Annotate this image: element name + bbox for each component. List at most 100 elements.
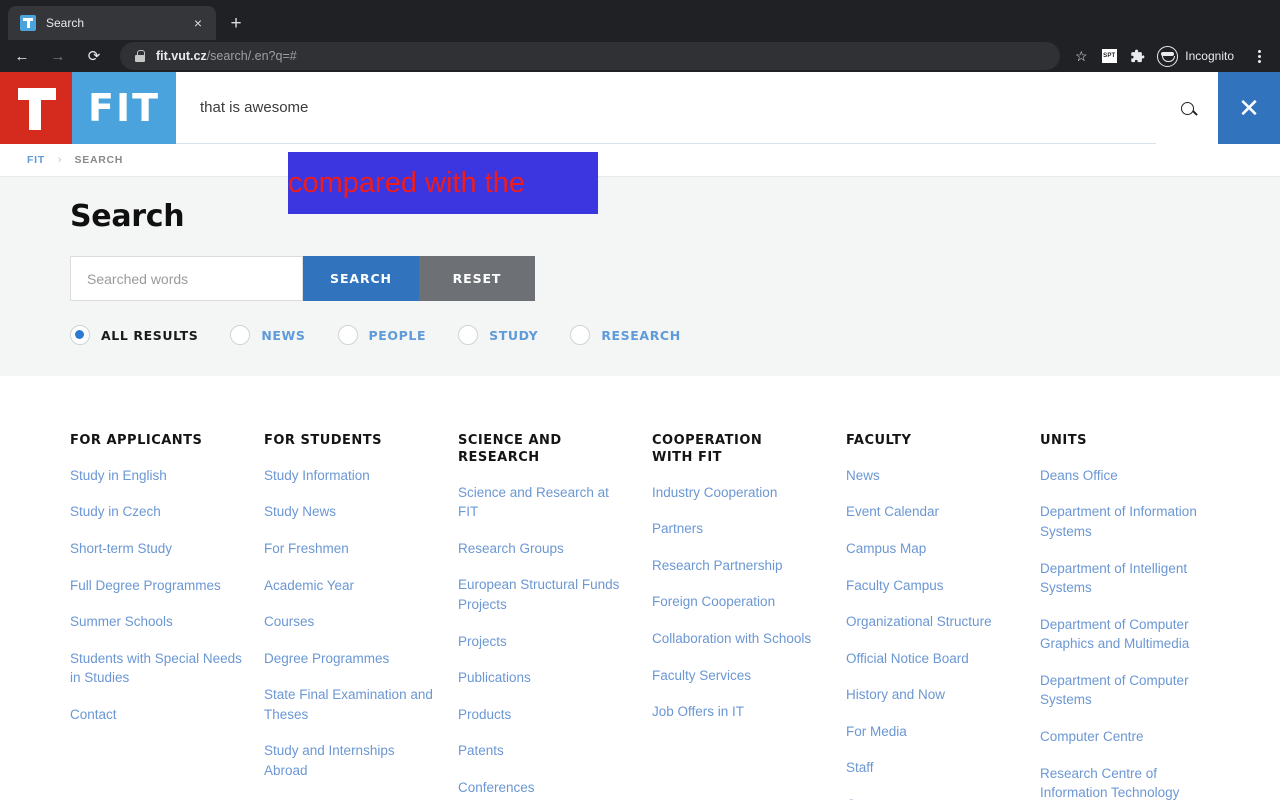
- footer-link[interactable]: Research Partnership: [652, 556, 824, 576]
- footer-link[interactable]: Short-term Study: [70, 539, 242, 559]
- browser-tab[interactable]: Search ×: [8, 6, 216, 40]
- back-button[interactable]: ←: [8, 42, 36, 70]
- footer-link[interactable]: Faculty Campus: [846, 576, 1018, 596]
- footer-link[interactable]: Conferences: [458, 778, 630, 798]
- footer-link[interactable]: Department of Information Systems: [1040, 502, 1210, 541]
- footer-column-faculty: FACULTY News Event Calendar Campus Map F…: [846, 433, 1040, 800]
- header-search-value: that is awesome: [200, 99, 309, 116]
- footer-link[interactable]: Projects: [458, 632, 630, 652]
- radio-indicator-icon: [458, 325, 479, 345]
- browser-menu-icon[interactable]: [1246, 43, 1272, 69]
- radio-label: STUDY: [489, 327, 539, 343]
- vut-logo-icon[interactable]: [0, 72, 72, 144]
- tab-title: Search: [46, 16, 85, 30]
- address-bar[interactable]: fit.vut.cz/search/.en?q=#: [120, 42, 1061, 70]
- footer-column-units: UNITS Deans Office Department of Informa…: [1040, 433, 1210, 800]
- footer-link[interactable]: Department of Intelligent Systems: [1040, 559, 1210, 598]
- footer-link[interactable]: Degree Programmes: [264, 649, 436, 669]
- incognito-indicator[interactable]: Incognito: [1154, 43, 1244, 69]
- footer-link[interactable]: For Media: [846, 722, 1018, 742]
- footer-link[interactable]: News: [846, 466, 1018, 486]
- url-host: fit.vut.cz: [156, 49, 207, 63]
- footer-link[interactable]: Publications: [458, 668, 630, 688]
- radio-label: ALL RESULTS: [101, 327, 199, 343]
- radio-news[interactable]: NEWS: [230, 325, 305, 345]
- footer-link[interactable]: Computer Centre: [1040, 727, 1210, 747]
- search-icon: [1180, 101, 1194, 115]
- url-text: fit.vut.cz/search/.en?q=#: [156, 49, 297, 63]
- footer-link[interactable]: Department of Computer Graphics and Mult…: [1040, 615, 1210, 654]
- footer-link[interactable]: Contact: [70, 705, 242, 725]
- breadcrumb-item-search: SEARCH: [74, 154, 124, 166]
- fit-logo[interactable]: FIT: [72, 72, 176, 144]
- close-search-button[interactable]: ✕: [1218, 72, 1280, 144]
- footer-link[interactable]: Students with Special Needs in Studies: [70, 649, 242, 688]
- url-path: /search/.en?q=#: [206, 49, 297, 63]
- extensions-puzzle-icon[interactable]: [1124, 43, 1150, 69]
- footer-link[interactable]: Academic Year: [264, 576, 436, 596]
- footer-link[interactable]: Collaboration with Schools: [652, 629, 824, 649]
- footer-link[interactable]: Study in English: [70, 466, 242, 486]
- browser-chrome: Search × + ← → ⟳ fit.vut.cz/search/.en?q…: [0, 0, 1280, 72]
- footer-link[interactable]: Science and Research at FIT: [458, 483, 630, 522]
- footer-link[interactable]: Job Offers in IT: [652, 702, 824, 722]
- footer-link[interactable]: Study Information: [264, 466, 436, 486]
- reload-button[interactable]: ⟳: [80, 42, 108, 70]
- radio-research[interactable]: RESEARCH: [570, 325, 680, 345]
- footer-link[interactable]: Department of Computer Systems: [1040, 671, 1210, 710]
- footer-link[interactable]: Industry Cooperation: [652, 483, 824, 503]
- breadcrumb-separator-icon: ›: [57, 154, 62, 166]
- header-search-submit[interactable]: [1156, 72, 1218, 144]
- footer-link[interactable]: Full Degree Programmes: [70, 576, 242, 596]
- footer-link[interactable]: Deans Office: [1040, 466, 1210, 486]
- footer-link[interactable]: Partners: [652, 519, 824, 539]
- footer-link[interactable]: Campus Map: [846, 539, 1018, 559]
- footer-column-for-students: FOR STUDENTS Study Information Study New…: [264, 433, 458, 800]
- footer-link[interactable]: Courses: [264, 612, 436, 632]
- radio-label: PEOPLE: [368, 327, 427, 343]
- radio-all-results[interactable]: ALL RESULTS: [70, 325, 198, 345]
- lock-icon: [134, 50, 146, 62]
- site-footer: FOR APPLICANTS Study in English Study in…: [0, 376, 1280, 800]
- new-tab-button[interactable]: +: [222, 9, 250, 37]
- extension-badge-label: SPT: [1101, 49, 1117, 63]
- footer-link[interactable]: Contacts: [846, 795, 1018, 800]
- forward-button[interactable]: →: [44, 42, 72, 70]
- footer-link[interactable]: Research Groups: [458, 539, 630, 559]
- footer-link[interactable]: Research Centre of Information Technolog…: [1040, 764, 1210, 800]
- footer-link[interactable]: Study and Internships Abroad: [264, 741, 436, 780]
- footer-link[interactable]: Staff: [846, 758, 1018, 778]
- incognito-icon: [1157, 45, 1179, 67]
- footer-link[interactable]: Official Notice Board: [846, 649, 1018, 669]
- footer-link[interactable]: For Freshmen: [264, 539, 436, 559]
- radio-people[interactable]: PEOPLE: [337, 325, 427, 345]
- bookmark-star-icon[interactable]: ☆: [1068, 43, 1094, 69]
- search-button[interactable]: SEARCH: [303, 256, 419, 301]
- footer-link[interactable]: History and Now: [846, 685, 1018, 705]
- reset-button[interactable]: RESET: [419, 256, 535, 301]
- footer-link[interactable]: Faculty Services: [652, 666, 824, 686]
- radio-indicator-icon: [70, 325, 90, 345]
- incognito-label: Incognito: [1185, 49, 1234, 63]
- footer-link[interactable]: Event Calendar: [846, 502, 1018, 522]
- footer-link[interactable]: Foreign Cooperation: [652, 592, 824, 612]
- extension-spt-icon[interactable]: SPT: [1096, 43, 1122, 69]
- footer-link[interactable]: Study News: [264, 502, 436, 522]
- footer-column-title: UNITS: [1040, 433, 1088, 448]
- close-tab-icon[interactable]: ×: [188, 13, 208, 33]
- footer-column-title: COOPERATION WITH FIT: [652, 433, 763, 465]
- footer-link[interactable]: Patents: [458, 741, 630, 761]
- footer-link[interactable]: Products: [458, 705, 630, 725]
- header-search-field[interactable]: that is awesome: [176, 72, 1156, 144]
- breadcrumb-item-fit[interactable]: FIT: [27, 154, 45, 166]
- footer-link[interactable]: Organizational Structure: [846, 612, 1018, 632]
- footer-link[interactable]: European Structural Funds Projects: [458, 575, 630, 614]
- footer-link[interactable]: Summer Schools: [70, 612, 242, 632]
- search-input[interactable]: [70, 256, 303, 301]
- footer-link[interactable]: State Final Examination and Theses: [264, 685, 436, 724]
- annotation-overlay: compared with the: [288, 152, 598, 214]
- radio-study[interactable]: STUDY: [458, 325, 538, 345]
- footer-column-cooperation-with-fit: COOPERATION WITH FIT Industry Cooperatio…: [652, 433, 846, 800]
- annotation-text: compared with the: [288, 166, 525, 199]
- footer-link[interactable]: Study in Czech: [70, 502, 242, 522]
